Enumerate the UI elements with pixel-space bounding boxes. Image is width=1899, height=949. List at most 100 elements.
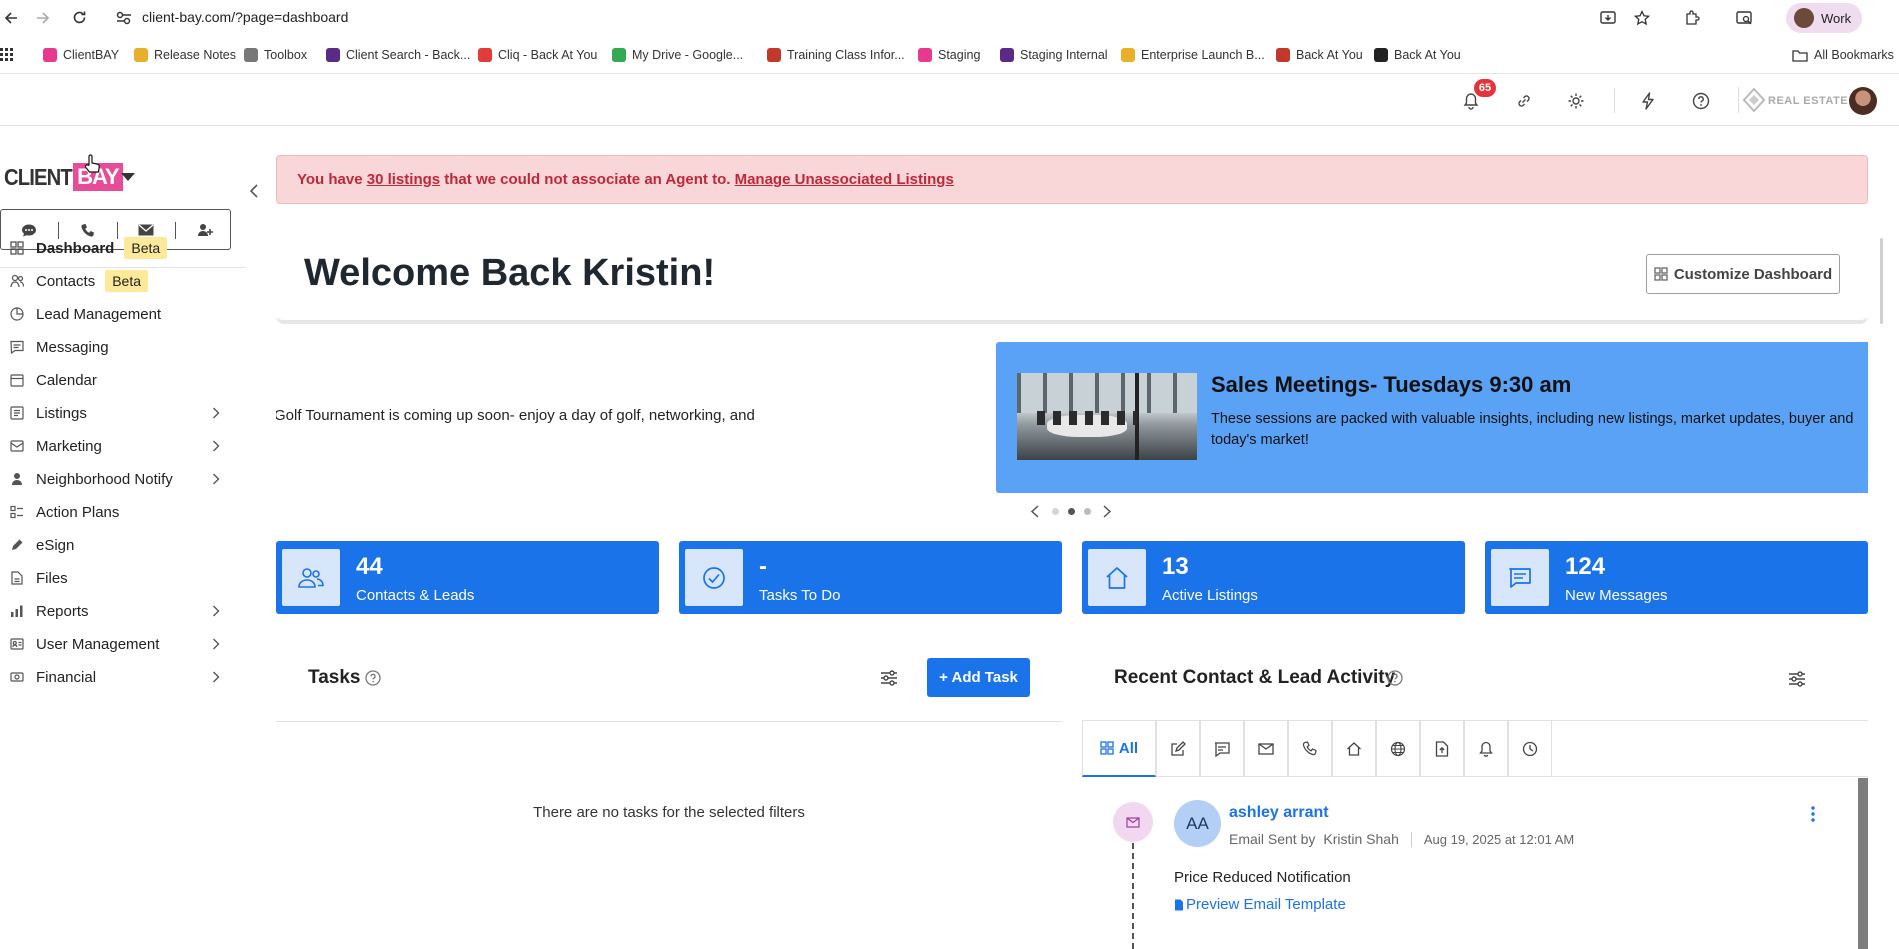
chevron-right-icon xyxy=(213,407,220,419)
tab-emails[interactable] xyxy=(1244,720,1288,777)
bookmark-favicon-icon xyxy=(612,48,626,62)
bookmark-item[interactable]: Back At You xyxy=(1276,44,1363,66)
add-task-button[interactable]: + Add Task xyxy=(927,658,1030,697)
id-card-icon xyxy=(10,638,24,650)
link-icon[interactable] xyxy=(1516,93,1532,109)
sidebar-item-label: Messaging xyxy=(36,338,109,356)
tab-alerts[interactable] xyxy=(1464,720,1508,777)
contact-name-link[interactable]: ashley arrant xyxy=(1229,804,1329,822)
sidebar-item-label: Contacts xyxy=(36,272,96,290)
activity-list: AA ashley arrant Email Sent by Kristin S… xyxy=(1082,777,1868,949)
stat-card-contacts[interactable]: 44 Contacts & Leads xyxy=(276,541,659,614)
sidebar-item-financial[interactable]: Financial xyxy=(0,657,240,697)
tab-search-icon[interactable] xyxy=(1736,10,1753,26)
customize-dashboard-button[interactable]: Customize Dashboard xyxy=(1646,254,1840,294)
listings-count-link[interactable]: 30 listings xyxy=(367,171,440,188)
bookmark-favicon-icon xyxy=(918,48,932,62)
bookmark-item[interactable]: Back At You xyxy=(1374,44,1461,66)
lightning-icon[interactable] xyxy=(1641,92,1655,110)
gear-icon[interactable] xyxy=(1567,92,1585,110)
phone-icon xyxy=(1302,740,1317,755)
bookmark-item[interactable]: Toolbox xyxy=(244,44,307,66)
app-logo[interactable]: CLIENT BAY xyxy=(4,162,123,192)
bookmark-favicon-icon xyxy=(1121,48,1135,62)
all-bookmarks[interactable]: All Bookmarks xyxy=(1792,44,1894,66)
reload-icon[interactable] xyxy=(72,10,87,25)
carousel-dot-1[interactable] xyxy=(1052,508,1059,515)
pie-icon xyxy=(10,307,24,321)
help-icon[interactable] xyxy=(365,670,381,686)
bookmark-star-icon[interactable] xyxy=(1634,10,1650,26)
folder-icon xyxy=(1792,49,1808,62)
bookmark-item[interactable]: Client Search - Back... xyxy=(326,44,470,66)
help-icon[interactable] xyxy=(1692,92,1710,110)
profile-chip[interactable]: Work xyxy=(1786,3,1862,33)
tab-notes[interactable] xyxy=(1156,720,1200,777)
more-options-icon[interactable] xyxy=(1811,806,1815,822)
carousel-next-icon[interactable] xyxy=(1103,505,1111,518)
collapse-sidebar-icon[interactable] xyxy=(249,184,258,198)
user-avatar[interactable] xyxy=(1849,87,1877,115)
sidebar: CLIENT BAY Dashboard Beta Contacts Beta Lead… xyxy=(0,126,258,949)
activity-scrollbar[interactable] xyxy=(1858,778,1868,949)
plan-icon xyxy=(10,505,23,519)
manage-unassociated-listings-link[interactable]: Manage Unassociated Listings xyxy=(735,171,954,188)
tab-web[interactable] xyxy=(1376,720,1420,777)
carousel-card-title: Sales Meetings- Tuesdays 9:30 am xyxy=(1211,372,1572,397)
tab-all[interactable]: All xyxy=(1082,720,1156,777)
tab-listings[interactable] xyxy=(1332,720,1376,777)
list-icon xyxy=(10,406,24,420)
users-icon xyxy=(282,549,340,606)
apps-grid-icon[interactable] xyxy=(0,48,14,62)
bookmark-item[interactable]: Release Notes xyxy=(134,44,236,66)
stat-card-tasks[interactable]: - Tasks To Do xyxy=(679,541,1062,614)
url-text[interactable]: client-bay.com/?page=dashboard xyxy=(142,9,348,25)
tab-calls[interactable] xyxy=(1288,720,1332,777)
install-app-icon[interactable] xyxy=(1600,10,1616,26)
activity-date: Aug 19, 2025 at 12:01 AM xyxy=(1423,831,1575,847)
extensions-icon[interactable] xyxy=(1684,10,1700,26)
bookmark-item[interactable]: My Drive - Google... xyxy=(612,44,743,66)
site-settings-icon[interactable] xyxy=(116,11,132,25)
filter-sliders-icon[interactable] xyxy=(880,670,898,686)
bar-chart-icon xyxy=(11,605,23,617)
welcome-scrollbar[interactable] xyxy=(1880,238,1883,324)
chevron-right-icon xyxy=(213,671,220,683)
app-header: 65 REAL ESTATE xyxy=(0,75,1899,126)
bookmark-favicon-icon xyxy=(134,48,148,62)
bookmark-item[interactable]: Enterprise Launch B... xyxy=(1121,44,1265,66)
bookmark-item[interactable]: Cliq - Back At You xyxy=(478,44,597,66)
stat-card-listings[interactable]: 13 Active Listings xyxy=(1082,541,1465,614)
carousel-dot-3[interactable] xyxy=(1084,508,1091,515)
tab-files[interactable] xyxy=(1420,720,1464,777)
carousel-card[interactable]: Sales Meetings- Tuesdays 9:30 am These s… xyxy=(996,342,1868,493)
sidebar-item-label: Neighborhood Notify xyxy=(36,470,173,488)
chevron-right-icon xyxy=(213,605,220,617)
tab-texts[interactable] xyxy=(1200,720,1244,777)
bookmark-item[interactable]: Staging xyxy=(918,44,980,66)
bookmark-item[interactable]: Training Class Infor... xyxy=(767,44,905,66)
bookmark-item[interactable]: ClientBAY xyxy=(43,44,119,66)
filter-sliders-icon[interactable] xyxy=(1788,671,1806,687)
help-icon[interactable] xyxy=(1387,670,1403,686)
money-icon xyxy=(10,672,24,682)
carousel-prev-icon[interactable] xyxy=(1031,505,1039,518)
carousel-dot-2[interactable] xyxy=(1068,508,1075,515)
bookmark-favicon-icon xyxy=(43,48,57,62)
chevron-right-icon xyxy=(213,473,220,485)
brand-logo-icon xyxy=(1742,87,1766,113)
sidebar-item-label: Marketing xyxy=(36,437,102,455)
forward-arrow-icon[interactable] xyxy=(36,11,50,25)
contact-avatar: AA xyxy=(1174,800,1221,847)
logo-dropdown-caret-icon[interactable] xyxy=(121,173,135,181)
stat-card-messages[interactable]: 124 New Messages xyxy=(1485,541,1868,614)
activity-type-badge xyxy=(1113,802,1153,842)
bookmark-item[interactable]: Staging Internal xyxy=(1000,44,1108,66)
activity-sender: Kristin Shah xyxy=(1323,831,1399,847)
grid-icon xyxy=(1100,741,1114,755)
preview-email-template-link[interactable]: Preview Email Template xyxy=(1174,896,1346,913)
tab-history[interactable] xyxy=(1508,720,1552,777)
pen-icon xyxy=(12,539,23,550)
back-arrow-icon[interactable] xyxy=(4,11,18,25)
house-icon xyxy=(1088,549,1146,606)
